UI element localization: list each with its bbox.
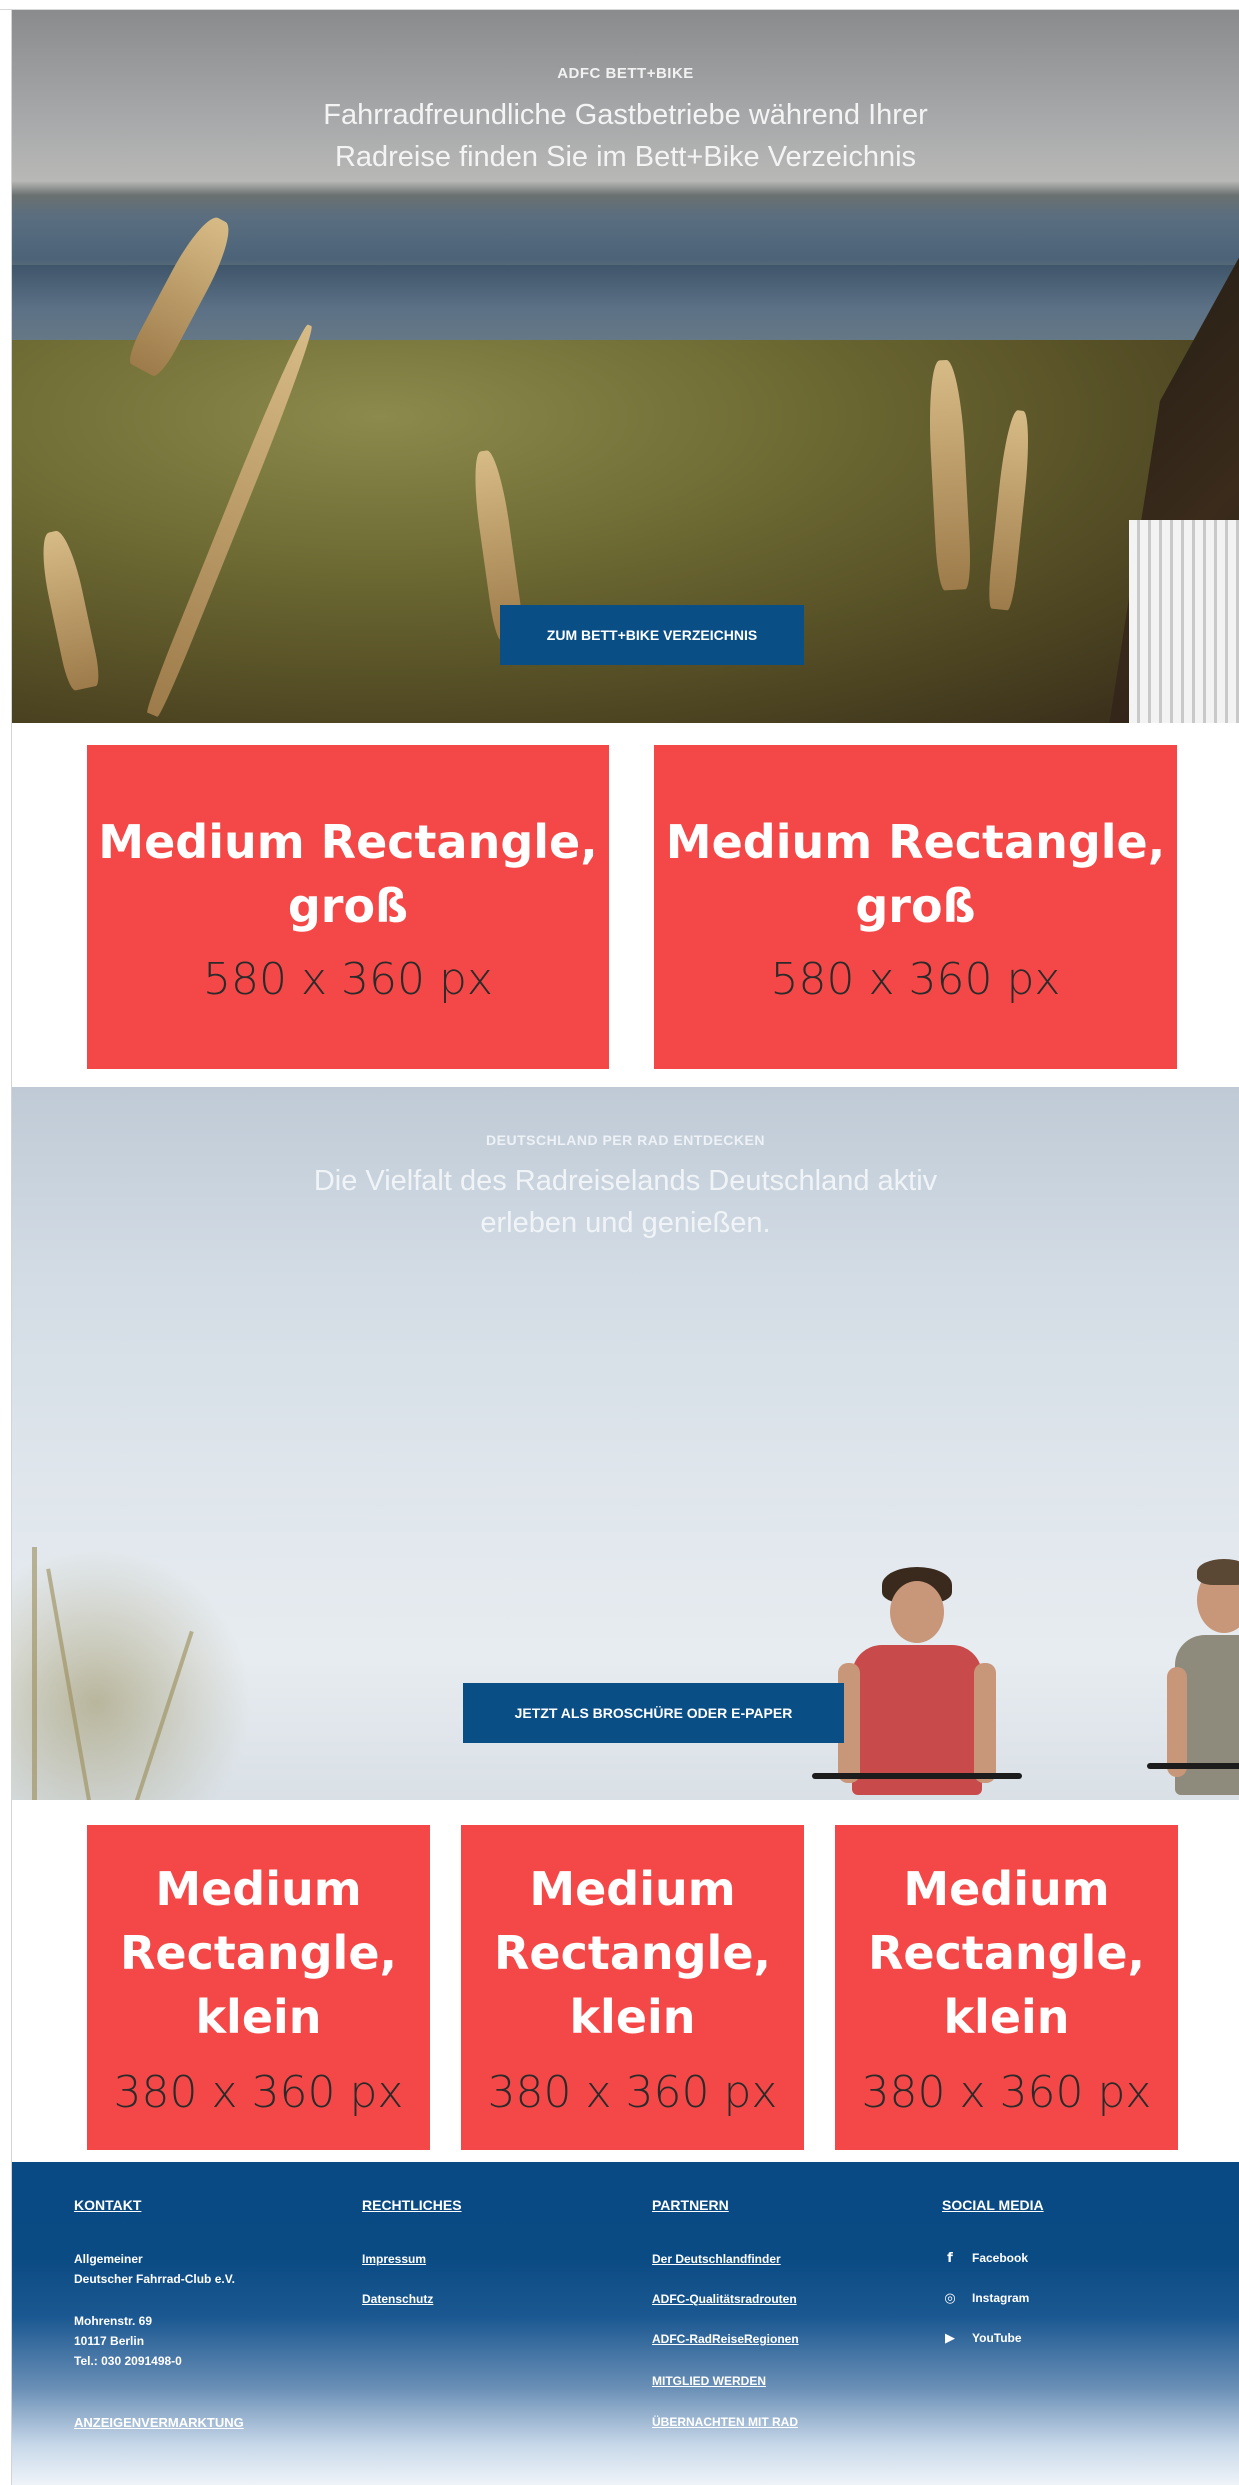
social-label: YouTube <box>972 2331 1022 2345</box>
footer-link-anzeigenvermarktung[interactable]: ANZEIGENVERMARKTUNG <box>74 2415 244 2430</box>
hero-eyebrow: ADFC BETT+BIKE <box>557 65 694 82</box>
ad-name-line: klein <box>943 1990 1070 2044</box>
footer-link-partner[interactable]: ADFC-Qualitätsradrouten <box>652 2292 797 2306</box>
footer-social-youtube[interactable]: ▶ YouTube <box>942 2330 1022 2346</box>
ad-name-line: Rectangle, <box>867 1926 1146 1980</box>
house-wall <box>1129 520 1239 723</box>
youtube-icon: ▶ <box>945 2330 955 2346</box>
ad-name-line: Rectangle, <box>119 1926 398 1980</box>
cyclist-woman <box>812 1567 1022 1800</box>
hero-eyebrow: DEUTSCHLAND PER RAD ENTDECKEN <box>486 1132 765 1148</box>
ad-name: Medium Rectangle, klein <box>494 1857 771 2049</box>
ad-size: 580 x 360 px <box>203 953 493 1005</box>
instagram-icon: ◎ <box>944 2290 956 2306</box>
ad-name-line: klein <box>195 1990 322 2044</box>
site-footer: KONTAKT Allgemeiner Deutscher Fahrrad-Cl… <box>12 2162 1239 2485</box>
footer-link-uebernachten-mit-rad[interactable]: ÜBERNACHTEN MIT RAD <box>652 2415 798 2429</box>
ad-size: 380 x 360 px <box>487 2067 778 2118</box>
ad-name-line: klein <box>569 1990 696 2044</box>
ad-name: Medium Rectangle, groß <box>98 810 597 938</box>
ad-medium-rectangle-large[interactable]: Medium Rectangle, groß 580 x 360 px <box>654 745 1177 1069</box>
ad-name-line: Medium <box>155 1862 362 1916</box>
ad-name: Medium Rectangle, groß <box>666 810 1165 938</box>
ad-name-line: Medium Rectangle, <box>665 814 1166 869</box>
deutschland-hero: DEUTSCHLAND PER RAD ENTDECKEN Die Vielfa… <box>12 1087 1239 1800</box>
social-label: Facebook <box>972 2251 1029 2265</box>
footer-org-line: Allgemeiner <box>74 2252 143 2266</box>
hero-title: Die Vielfalt des Radreiselands Deutschla… <box>12 1160 1239 1244</box>
facebook-icon: f <box>947 2250 953 2266</box>
footer-link-datenschutz[interactable]: Datenschutz <box>362 2292 433 2306</box>
hero-title-line: Radreise finden Sie im Bett+Bike Verzeic… <box>334 141 917 173</box>
ad-name-line: groß <box>855 878 976 933</box>
footer-heading-partner: PARTNERN <box>652 2197 729 2213</box>
footer-heading-social-media: SOCIAL MEDIA <box>942 2197 1044 2213</box>
ad-size: 580 x 360 px <box>770 953 1061 1005</box>
ad-name: Medium Rectangle, klein <box>868 1857 1145 2049</box>
ad-size: 380 x 360 px <box>113 2067 404 2118</box>
hero-title-line: Die Vielfalt des Radreiselands Deutschla… <box>313 1165 938 1197</box>
ad-name-line: groß <box>287 878 409 933</box>
page-top-edge <box>0 0 1239 10</box>
social-label: Instagram <box>972 2291 1030 2305</box>
ad-name-line: Medium <box>529 1862 736 1916</box>
ad-name-line: Medium Rectangle, <box>98 814 598 869</box>
ad-medium-rectangle-small[interactable]: Medium Rectangle, klein 380 x 360 px <box>461 1825 804 2150</box>
ad-medium-rectangle-small[interactable]: Medium Rectangle, klein 380 x 360 px <box>835 1825 1178 2150</box>
bettbike-directory-button[interactable]: ZUM BETT+BIKE VERZEICHNIS <box>500 605 804 665</box>
footer-heading-rechtliches: RECHTLICHES <box>362 2197 462 2213</box>
ad-name: Medium Rectangle, klein <box>120 1857 397 2049</box>
dune-grass-backdrop <box>12 340 1239 723</box>
footer-phone: Tel.: 030 2091498-0 <box>74 2354 182 2368</box>
ad-name-line: Rectangle, <box>493 1926 772 1980</box>
cyclist-man <box>1147 1557 1239 1800</box>
footer-link-partner[interactable]: ADFC-RadReiseRegionen <box>652 2332 799 2346</box>
ad-medium-rectangle-small[interactable]: Medium Rectangle, klein 380 x 360 px <box>87 1825 430 2150</box>
hero-title: Fahrradfreundliche Gastbetriebe während … <box>12 94 1239 178</box>
footer-link-impressum[interactable]: Impressum <box>362 2252 426 2266</box>
footer-social-instagram[interactable]: ◎ Instagram <box>942 2290 1029 2306</box>
hero-title-line: erleben und genießen. <box>480 1207 771 1239</box>
bettbike-hero: ADFC BETT+BIKE Fahrradfreundliche Gastbe… <box>12 10 1239 723</box>
footer-address-line: 10117 Berlin <box>74 2334 145 2348</box>
ad-name-line: Medium <box>903 1862 1110 1916</box>
footer-link-partner[interactable]: Der Deutschlandfinder <box>652 2252 781 2266</box>
brochure-epaper-button[interactable]: JETZT ALS BROSCHÜRE ODER E-PAPER <box>463 1683 844 1743</box>
footer-address-line: Mohrenstr. 69 <box>74 2314 153 2328</box>
grass-stem <box>32 1547 37 1800</box>
footer-social-facebook[interactable]: f Facebook <box>942 2250 1028 2266</box>
footer-link-mitglied-werden[interactable]: MITGLIED WERDEN <box>652 2374 766 2388</box>
footer-heading-kontakt: KONTAKT <box>74 2197 142 2213</box>
ad-medium-rectangle-large[interactable]: Medium Rectangle, groß 580 x 360 px <box>87 745 609 1069</box>
hero-title-line: Fahrradfreundliche Gastbetriebe während … <box>323 99 928 131</box>
ad-size: 380 x 360 px <box>861 2067 1152 2118</box>
footer-org-line: Deutscher Fahrrad-Club e.V. <box>74 2272 235 2286</box>
